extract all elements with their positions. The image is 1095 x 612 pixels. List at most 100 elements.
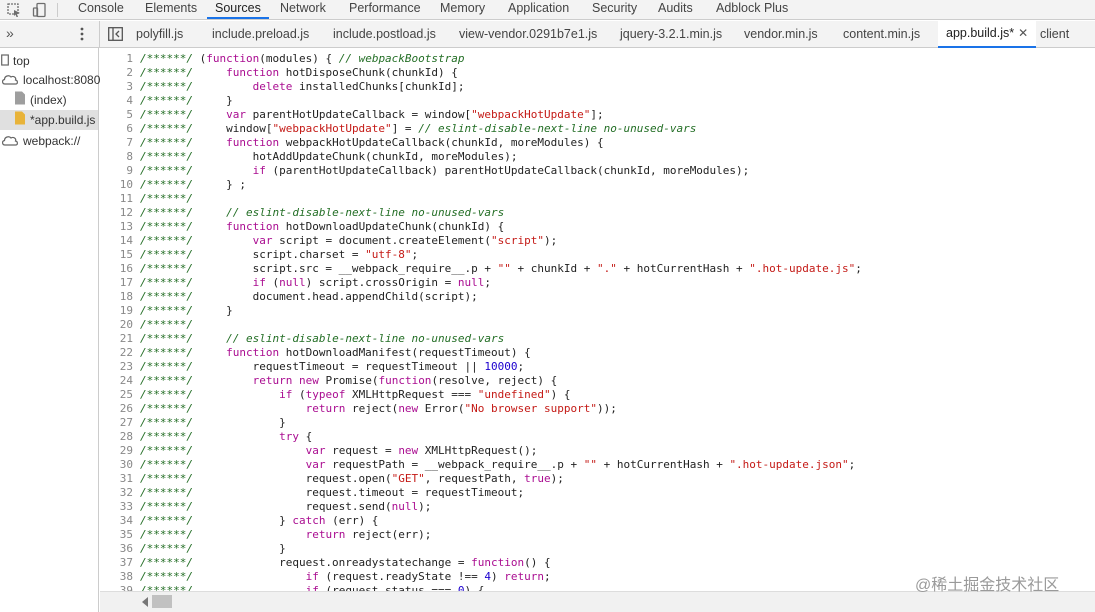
more-options-icon[interactable] xyxy=(80,26,84,47)
toolbar-divider xyxy=(57,3,58,17)
line-number-gutter[interactable]: 1 2 3 4 5 6 7 8 9 10 11 12 13 14 15 16 17 18 19 20 21 22 23 24 2… xyxy=(100,48,138,612)
line-number[interactable]: 30 xyxy=(120,458,133,472)
line-number[interactable]: 14 xyxy=(120,234,133,248)
line-number[interactable]: 7 xyxy=(126,136,133,150)
sidebar-divider xyxy=(99,21,100,47)
code-line: /******/ return new Promise(function(res… xyxy=(140,374,558,387)
code-line: /******/ return reject(new Error("No bro… xyxy=(140,402,617,415)
inspect-element-icon[interactable] xyxy=(6,2,22,18)
line-number[interactable]: 37 xyxy=(120,556,133,570)
line-number[interactable]: 26 xyxy=(120,402,133,416)
tab-application[interactable]: Application xyxy=(508,0,569,19)
code-line: /******/ try { xyxy=(140,430,313,443)
close-tab-icon[interactable]: ✕ xyxy=(1018,26,1028,40)
line-number[interactable]: 29 xyxy=(120,444,133,458)
file-tab-view-vendor[interactable]: view-vendor.0291b7e1.js xyxy=(459,21,597,47)
line-number[interactable]: 36 xyxy=(120,542,133,556)
code-line: /******/ request.timeout = requestTimeou… xyxy=(140,486,525,499)
code-line: /******/ (function(modules) { // webpack… xyxy=(140,52,465,65)
code-line: /******/ function hotDownloadUpdateChunk… xyxy=(140,220,505,233)
code-line: /******/ var script = document.createEle… xyxy=(140,234,558,247)
line-number[interactable]: 18 xyxy=(120,290,133,304)
file-tab-app-build-label: app.build.js* xyxy=(946,26,1015,40)
more-tabs-chevron-icon[interactable]: » xyxy=(6,26,14,40)
tab-adblock-plus[interactable]: Adblock Plus xyxy=(716,0,788,19)
line-number[interactable]: 15 xyxy=(120,248,133,262)
line-number[interactable]: 28 xyxy=(120,430,133,444)
line-number[interactable]: 25 xyxy=(120,388,133,402)
line-number[interactable]: 33 xyxy=(120,500,133,514)
file-tab-include-postload[interactable]: include.postload.js xyxy=(333,21,436,47)
cloud-icon xyxy=(1,71,19,91)
line-number[interactable]: 4 xyxy=(126,94,133,108)
line-number[interactable]: 19 xyxy=(120,304,133,318)
scroll-left-arrow-icon[interactable] xyxy=(142,597,148,607)
line-number[interactable]: 9 xyxy=(126,164,133,178)
line-number[interactable]: 1 xyxy=(126,52,133,66)
line-number[interactable]: 20 xyxy=(120,318,133,332)
code-line: /******/ } xyxy=(140,304,233,317)
line-number[interactable]: 32 xyxy=(120,486,133,500)
code-line: /******/ if (null) script.crossOrigin = … xyxy=(140,276,492,289)
code-line: /******/ document.head.appendChild(scrip… xyxy=(140,290,478,303)
tree-item-webpack[interactable]: webpack:// xyxy=(1,131,80,151)
file-tab-vendor-min[interactable]: vendor.min.js xyxy=(744,21,818,47)
tree-item-index-label: (index) xyxy=(30,93,67,107)
line-number[interactable]: 21 xyxy=(120,332,133,346)
code-line: /******/ function webpackHotUpdateCallba… xyxy=(140,136,604,149)
line-number[interactable]: 34 xyxy=(120,514,133,528)
line-number[interactable]: 6 xyxy=(126,122,133,136)
line-number[interactable]: 27 xyxy=(120,416,133,430)
tab-security[interactable]: Security xyxy=(592,0,637,19)
tree-item-localhost[interactable]: localhost:8080 xyxy=(1,70,100,90)
file-tab-content-min[interactable]: content.min.js xyxy=(843,21,920,47)
line-number[interactable]: 23 xyxy=(120,360,133,374)
toggle-navigator-icon[interactable] xyxy=(108,27,123,46)
cloud-icon xyxy=(1,132,19,152)
code-line: /******/ } catch (err) { xyxy=(140,514,379,527)
code-line: /******/ var requestPath = __webpack_req… xyxy=(140,458,856,471)
tree-item-index[interactable]: (index) xyxy=(14,90,67,110)
line-number[interactable]: 13 xyxy=(120,220,133,234)
line-number[interactable]: 12 xyxy=(120,206,133,220)
code-editor[interactable]: 1 2 3 4 5 6 7 8 9 10 11 12 13 14 15 16 17 18 19 20 21 22 23 24 2… xyxy=(100,48,1095,612)
line-number[interactable]: 8 xyxy=(126,150,133,164)
line-number[interactable]: 31 xyxy=(120,472,133,486)
scrollbar-thumb[interactable] xyxy=(152,595,172,608)
file-tab-app-build[interactable]: app.build.js* ✕ xyxy=(938,21,1037,48)
code-line: /******/ function hotDisposeChunk(chunkI… xyxy=(140,66,458,79)
line-number[interactable]: 10 xyxy=(120,178,133,192)
file-tab-polyfill[interactable]: polyfill.js xyxy=(136,21,183,47)
device-toolbar-icon[interactable] xyxy=(32,2,48,18)
frame-icon xyxy=(1,52,9,72)
tree-item-app-build[interactable]: *app.build.js xyxy=(0,110,98,130)
tab-audits[interactable]: Audits xyxy=(658,0,693,19)
tab-sources[interactable]: Sources xyxy=(207,0,269,19)
tab-elements[interactable]: Elements xyxy=(145,0,197,19)
code-line: /******/ xyxy=(140,192,193,205)
line-number[interactable]: 17 xyxy=(120,276,133,290)
line-number[interactable]: 22 xyxy=(120,346,133,360)
tab-console[interactable]: Console xyxy=(78,0,124,19)
file-tab-jquery[interactable]: jquery-3.2.1.min.js xyxy=(620,21,722,47)
code-line: /******/ var parentHotUpdateCallback = w… xyxy=(140,108,604,121)
tab-memory[interactable]: Memory xyxy=(440,0,485,19)
line-number[interactable]: 11 xyxy=(120,192,133,206)
code-line: /******/ xyxy=(140,318,193,331)
tab-network[interactable]: Network xyxy=(280,0,326,19)
file-tab-include-preload[interactable]: include.preload.js xyxy=(212,21,309,47)
code-line: /******/ request.open("GET", requestPath… xyxy=(140,472,564,485)
line-number[interactable]: 38 xyxy=(120,570,133,584)
line-number[interactable]: 16 xyxy=(120,262,133,276)
code-line: /******/ request.onreadystatechange = fu… xyxy=(140,556,551,569)
line-number[interactable]: 35 xyxy=(120,528,133,542)
tab-performance[interactable]: Performance xyxy=(349,0,421,19)
file-tab-client[interactable]: client xyxy=(1040,21,1069,47)
code-line: /******/ } xyxy=(140,416,286,429)
line-number[interactable]: 5 xyxy=(126,108,133,122)
line-number[interactable]: 2 xyxy=(126,66,133,80)
code-line: /******/ // eslint-disable-next-line no-… xyxy=(140,206,505,219)
line-number[interactable]: 3 xyxy=(126,80,133,94)
line-number[interactable]: 24 xyxy=(120,374,133,388)
tree-item-top[interactable]: top xyxy=(1,51,30,71)
